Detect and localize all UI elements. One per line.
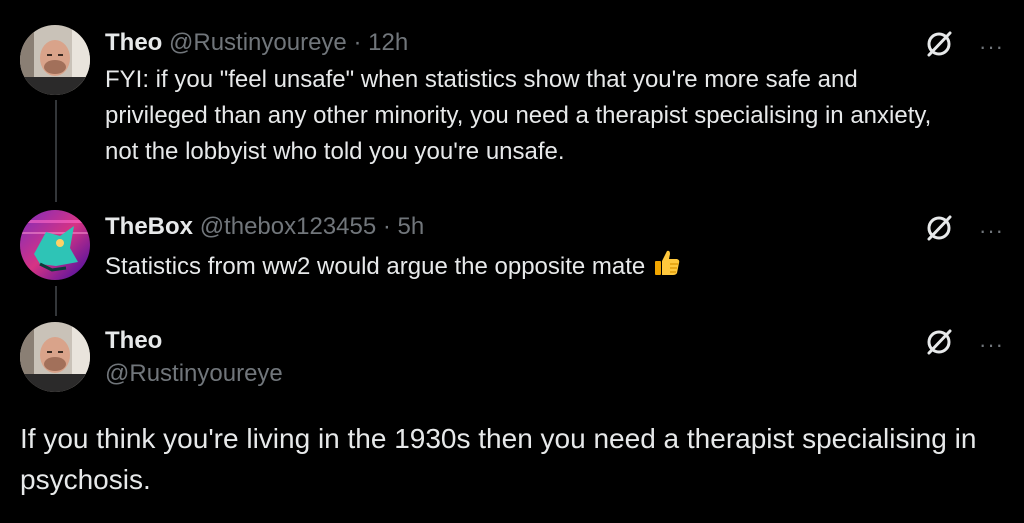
user-handle[interactable]: @thebox123455 (200, 213, 377, 240)
thumbs-up-icon (652, 248, 682, 289)
timestamp[interactable]: 5h (398, 213, 425, 240)
display-name[interactable]: Theo (105, 29, 162, 56)
tweet-text: Statistics from ww2 would argue the oppo… (105, 253, 646, 280)
main-tweet-text: If you think you're living in the 1930s … (20, 423, 977, 495)
timestamp[interactable]: 12h (368, 29, 408, 56)
tweet-actions: ··· (925, 30, 1004, 63)
grok-icon[interactable] (925, 214, 953, 247)
display-name[interactable]: Theo (105, 327, 162, 354)
avatar[interactable] (20, 210, 90, 280)
more-icon[interactable]: ··· (979, 219, 1004, 241)
user-handle[interactable]: @Rustinyoureye (169, 29, 347, 56)
tweet-text: FYI: if you "feel unsafe" when statistic… (105, 66, 932, 165)
more-icon[interactable]: ··· (979, 333, 1004, 355)
tweet-actions: ··· (925, 214, 1004, 247)
tweet-actions: ··· (925, 328, 1004, 361)
thread-line (55, 286, 57, 316)
more-icon[interactable]: ··· (979, 35, 1004, 57)
tweet-header: TheBox @thebox123455 · 5h (105, 212, 424, 242)
user-handle[interactable]: @Rustinyoureye (105, 360, 283, 388)
tweet-header: Theo @Rustinyoureye · 12h (105, 28, 408, 58)
grok-icon[interactable] (925, 328, 953, 361)
avatar[interactable] (20, 25, 90, 95)
thread-line (55, 100, 57, 202)
grok-icon[interactable] (925, 30, 953, 63)
avatar[interactable] (20, 322, 90, 392)
thread-view: Theo @Rustinyoureye · 12h ··· FYI: if yo… (0, 0, 1024, 523)
tweet-header: Theo (105, 326, 162, 356)
separator-dot: · (382, 213, 391, 240)
tweet-text-row: Statistics from ww2 would argue the oppo… (105, 248, 965, 289)
display-name[interactable]: TheBox (105, 213, 193, 240)
separator-dot: · (353, 29, 362, 56)
